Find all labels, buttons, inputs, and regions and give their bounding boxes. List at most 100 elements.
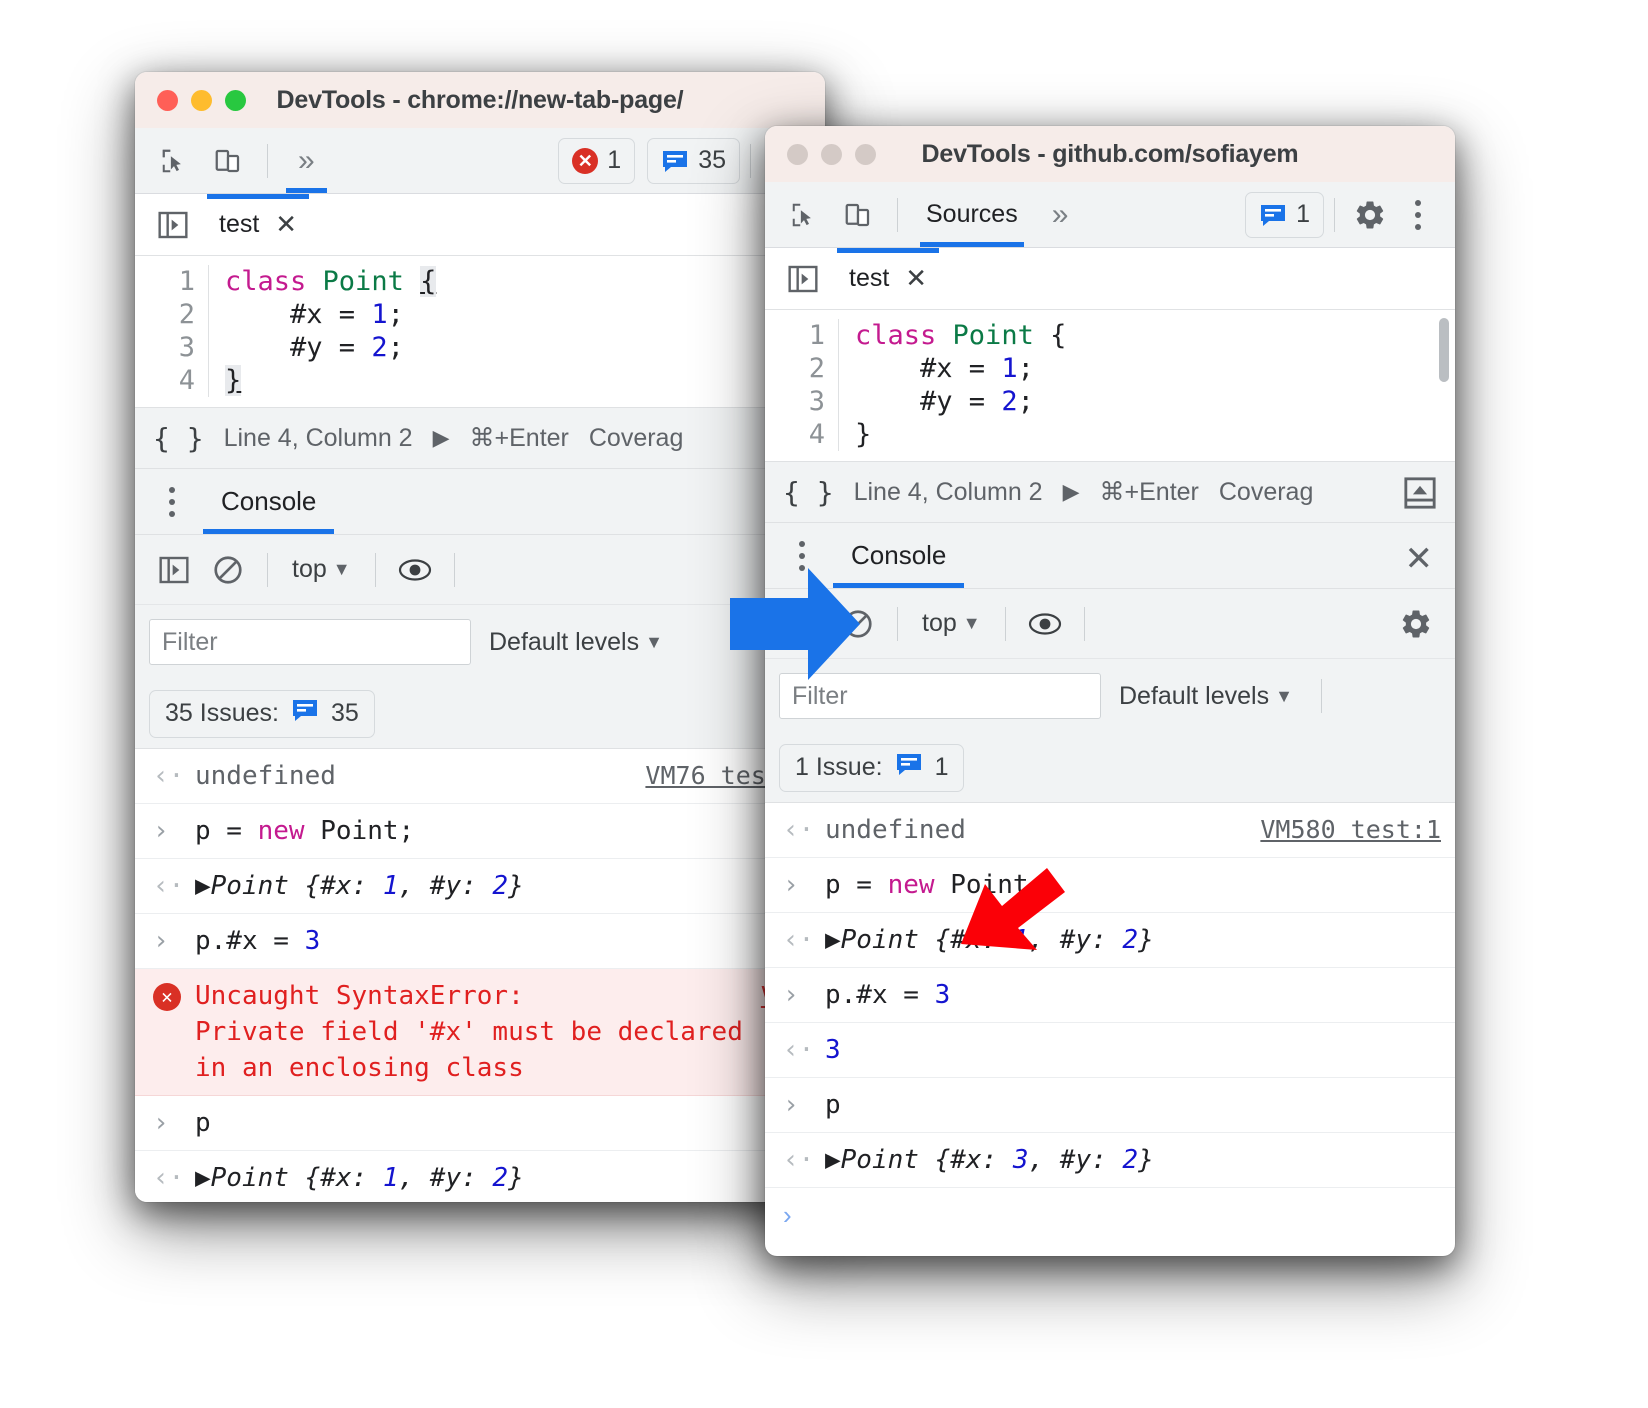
console-message-result[interactable]: ‹· undefined VM580 test:1 [765,803,1455,858]
minimize-window-button[interactable] [821,143,842,165]
drawer-header-left[interactable]: Console [135,469,825,535]
devtools-window-left[interactable]: DevTools - chrome://new-tab-page/ » ✕ 1 [135,72,825,1202]
code-editor-left[interactable]: 1 class Point {2 #x = 1; 3 #y = 2; 4} [135,256,825,407]
console-message-list-right[interactable]: ‹· undefined VM580 test:1 › p = new Point; ‹·… [765,803,1455,1188]
close-icon[interactable]: ✕ [275,209,297,240]
file-tab-test[interactable]: test ✕ [201,194,315,255]
navigator-toggle-icon[interactable] [775,264,831,294]
console-filter-row-left[interactable]: Filter Default levels ▼ [135,605,825,679]
tab-sources[interactable]: Sources [912,183,1032,247]
window-titlebar-right[interactable]: DevTools - github.com/sofiayem [765,126,1455,182]
console-sidebar-icon[interactable] [145,210,201,240]
show-drawer-icon[interactable] [1403,476,1437,517]
filter-input[interactable]: Filter [149,619,471,665]
close-window-button[interactable] [157,89,178,111]
gear-icon[interactable] [1345,190,1395,240]
more-options-icon[interactable] [149,486,195,517]
console-message-object[interactable]: ‹· ▶Point {#x: 3, #y: 2} [765,1133,1455,1188]
execution-context-selector[interactable]: top ▼ [912,609,991,638]
run-snippet-icon[interactable]: ▶ [433,425,450,451]
inspect-cursor-icon[interactable] [779,190,829,240]
sources-file-tabstrip-right[interactable]: test ✕ [765,248,1455,310]
live-expression-icon[interactable] [1020,599,1070,649]
console-message-input[interactable]: › p [765,1078,1455,1133]
code-text[interactable]: } [209,364,242,397]
window-controls-right[interactable] [787,143,876,165]
drawer-header-right[interactable]: Console ✕ [765,523,1455,589]
console-token: p [195,1108,211,1138]
error-counter[interactable]: ✕ 1 [558,137,636,184]
maximize-window-button[interactable] [855,143,876,165]
window-titlebar-left[interactable]: DevTools - chrome://new-tab-page/ [135,72,825,128]
console-message-error[interactable]: ✕ Uncaught SyntaxError: Private field '#x… [135,969,825,1096]
console-message-object[interactable]: ‹· ▶Point {#x: 1, #y: 2} [135,1151,825,1202]
issues-bar-left[interactable]: 35 Issues: 35 [135,679,825,749]
window-controls-left[interactable] [157,89,246,111]
issues-counter[interactable]: 1 [1245,191,1324,238]
code-token: 2 [1001,386,1018,417]
editor-statusbar-left[interactable]: { } Line 4, Column 2 ▶ ⌘+Enter Coverag [135,407,825,469]
coverage-label[interactable]: Coverag [589,424,684,453]
issues-counter[interactable]: 35 [647,137,740,184]
error-count: 1 [607,146,622,174]
issues-button[interactable]: 35 Issues: 35 [149,689,375,738]
console-message-input[interactable]: › p.#x = 3 [765,968,1455,1023]
more-panels-chevron[interactable]: » [282,129,331,193]
devtools-toolbar-left[interactable]: » ✕ 1 35 [135,128,825,194]
code-text[interactable]: class Point { [839,319,1066,352]
issues-bar-right[interactable]: 1 Issue: 1 [765,733,1455,803]
console-message-object[interactable]: ‹· ▶Point {#x: 1, #y: 2} [135,859,825,914]
more-panels-chevron[interactable]: » [1036,183,1085,247]
tab-console[interactable]: Console [203,469,335,534]
close-window-button[interactable] [787,143,808,165]
code-text[interactable]: #x = 1; [839,352,1034,385]
log-levels-selector[interactable]: Default levels ▼ [1119,682,1293,711]
editor-scrollbar[interactable] [1439,318,1449,382]
console-prompt-right[interactable]: › [765,1188,1455,1243]
console-message-input[interactable]: › p = new Point; [765,858,1455,913]
coverage-label[interactable]: Coverag [1219,478,1314,507]
code-text[interactable]: } [839,418,871,451]
message-source-link[interactable]: VM580 test:1 [1242,812,1441,848]
code-text[interactable]: #y = 2; [839,385,1034,418]
more-options-icon[interactable] [779,540,825,571]
device-toolbar-icon[interactable] [833,190,883,240]
console-message-list-left[interactable]: ‹· undefined VM76 test:1 › p = new Point; ‹· ▶… [135,749,825,1202]
inspect-cursor-icon[interactable] [149,136,199,186]
console-message-result-num[interactable]: ‹· 3 [765,1023,1455,1078]
console-sidebar-icon[interactable] [149,545,199,595]
code-text[interactable]: class Point { [209,265,437,298]
issues-button[interactable]: 1 Issue: 1 [779,743,965,792]
code-line: 1 class Point { [765,319,1455,352]
code-editor-right[interactable]: 1 class Point {2 #x = 1; 3 #y = 2; 4} [765,310,1455,461]
run-snippet-icon[interactable]: ▶ [1063,479,1080,505]
close-icon[interactable]: ✕ [905,263,927,294]
sources-file-tabstrip-left[interactable]: test ✕ [135,194,825,256]
devtools-toolbar-right[interactable]: Sources » 1 [765,182,1455,248]
pretty-print-icon[interactable]: { } [783,476,834,509]
editor-statusbar-right[interactable]: { } Line 4, Column 2 ▶ ⌘+Enter Coverag [765,461,1455,523]
minimize-window-button[interactable] [191,89,212,111]
devtools-window-right[interactable]: DevTools - github.com/sofiayem Sources »… [765,126,1455,1256]
console-message-input[interactable]: › p.#x = 3 [135,914,825,969]
log-levels-selector[interactable]: Default levels ▼ [489,628,663,657]
code-text[interactable]: #y = 2; [209,331,404,364]
console-message-result[interactable]: ‹· undefined VM76 test:1 [135,749,825,804]
file-tab-test[interactable]: test ✕ [831,248,945,309]
console-message-object[interactable]: ‹· ▶Point {#x: 1, #y: 2} [765,913,1455,968]
console-message-input[interactable]: › p [135,1096,825,1151]
device-toolbar-icon[interactable] [203,136,253,186]
console-toolbar-right[interactable]: top ▼ [765,589,1455,659]
maximize-window-button[interactable] [225,89,246,111]
execution-context-selector[interactable]: top ▼ [282,555,361,584]
console-toolbar-left[interactable]: top ▼ [135,535,825,605]
code-text[interactable]: #x = 1; [209,298,404,331]
console-filter-row-right[interactable]: Filter Default levels ▼ [765,659,1455,733]
close-drawer-icon[interactable]: ✕ [1405,539,1434,579]
pretty-print-icon[interactable]: { } [153,422,204,455]
clear-console-icon[interactable] [203,545,253,595]
live-expression-icon[interactable] [390,545,440,595]
console-message-input[interactable]: › p = new Point; [135,804,825,859]
more-tools-icon[interactable] [1395,199,1441,230]
gear-icon[interactable] [1391,599,1441,649]
